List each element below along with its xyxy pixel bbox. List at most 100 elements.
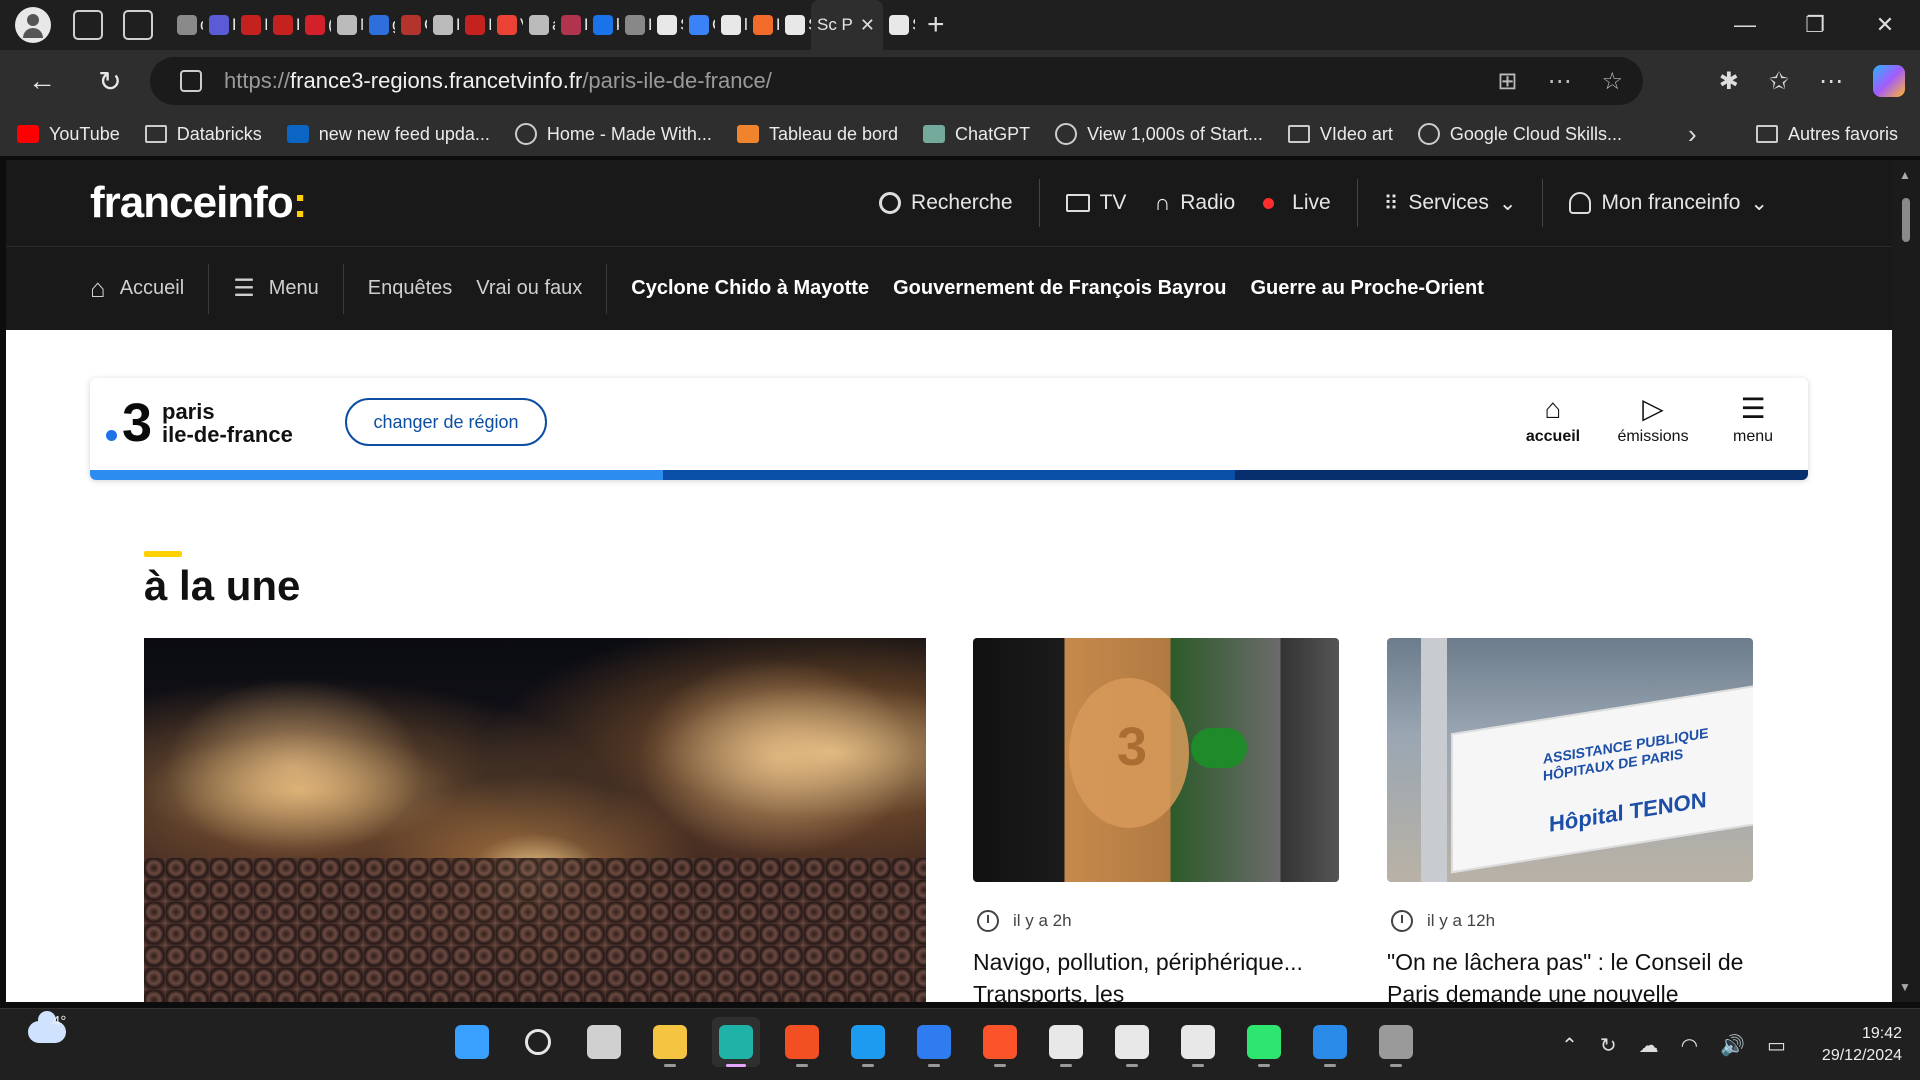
- search-link[interactable]: Recherche: [865, 191, 1027, 215]
- bookmark-item[interactable]: Databricks: [144, 124, 262, 145]
- hero-article-image[interactable]: [144, 638, 926, 1002]
- browser-tab[interactable]: In: [459, 0, 491, 50]
- weather-widget[interactable]: 4°: [28, 1011, 66, 1043]
- tray-chevron-icon[interactable]: ⌃: [1561, 1033, 1578, 1058]
- new-tab-button[interactable]: +: [927, 8, 945, 42]
- account-dropdown[interactable]: Mon franceinfo ⌄: [1555, 191, 1782, 216]
- region-nav-menu[interactable]: ☰ menu: [1718, 394, 1788, 446]
- scroll-thumb[interactable]: [1902, 198, 1910, 242]
- browser-tab[interactable]: In: [235, 0, 267, 50]
- browser-tab[interactable]: E: [555, 0, 587, 50]
- app-available-icon[interactable]: ⊞: [1497, 67, 1517, 96]
- taskbar-clock[interactable]: 19:42 29/12/2024: [1822, 1023, 1902, 1067]
- volume-icon[interactable]: 🔊: [1720, 1033, 1745, 1058]
- restore-button[interactable]: ❐: [1780, 0, 1850, 50]
- browser-tab[interactable]: ai: [523, 0, 555, 50]
- browser-tab[interactable]: D: [203, 0, 235, 50]
- hot-topic-link[interactable]: Guerre au Proche-Orient: [1239, 277, 1496, 300]
- region-nav-home[interactable]: ⌂ accueil: [1518, 394, 1588, 446]
- change-region-button[interactable]: changer de région: [345, 398, 547, 446]
- tab-actions-icon[interactable]: [123, 10, 153, 40]
- minimize-button[interactable]: —: [1710, 0, 1780, 50]
- close-tab-icon[interactable]: ✕: [860, 15, 875, 36]
- article-card[interactable]: ASSISTANCE PUBLIQUE HÔPITAUX DE PARIS Hô…: [1387, 638, 1753, 1002]
- browser-tab[interactable]: Fi: [427, 0, 459, 50]
- article-image[interactable]: [973, 638, 1339, 882]
- wifi-icon[interactable]: ◠: [1681, 1033, 1698, 1058]
- search-icon[interactable]: [514, 1017, 562, 1067]
- scroll-down-arrow[interactable]: ▼: [1899, 980, 1911, 994]
- bookmark-item[interactable]: Tableau de bord: [736, 124, 898, 145]
- hot-topic-link[interactable]: Cyclone Chido à Mayotte: [607, 277, 881, 300]
- copilot-icon[interactable]: [1873, 65, 1905, 97]
- browser-tab[interactable]: E: [619, 0, 651, 50]
- browser-tab[interactable]: Sc: [883, 0, 915, 50]
- workspaces-icon[interactable]: [73, 10, 103, 40]
- bookmark-item[interactable]: ChatGPT: [923, 124, 1030, 145]
- obs-icon[interactable]: [1108, 1017, 1156, 1067]
- battery-icon[interactable]: ▭: [1767, 1033, 1786, 1058]
- brave-icon[interactable]: [976, 1017, 1024, 1067]
- bookmark-item[interactable]: Google Cloud Skills...: [1417, 123, 1622, 145]
- tv-link[interactable]: TV: [1052, 191, 1141, 215]
- franceinfo-logo[interactable]: franceinfo:: [90, 178, 307, 228]
- edge-icon[interactable]: [712, 1017, 760, 1067]
- twitter-icon[interactable]: [844, 1017, 892, 1067]
- services-dropdown[interactable]: ⠿ Services ⌄: [1370, 191, 1531, 216]
- bookmark-item[interactable]: new new feed upda...: [286, 124, 490, 145]
- lock-icon[interactable]: [180, 70, 202, 92]
- favorite-star-icon[interactable]: ☆: [1601, 67, 1623, 96]
- browser-tab[interactable]: de: [171, 0, 203, 50]
- windows-start-icon[interactable]: [448, 1017, 496, 1067]
- task-view-icon[interactable]: [580, 1017, 628, 1067]
- bookmarks-overflow-icon[interactable]: ›: [1688, 119, 1697, 150]
- more-menu-icon[interactable]: ⋯: [1819, 67, 1843, 96]
- bookmark-item[interactable]: YouTube: [17, 124, 120, 145]
- url-text[interactable]: https://france3-regions.francetvinfo.fr/…: [224, 68, 772, 94]
- vscode-icon[interactable]: [1306, 1017, 1354, 1067]
- browser-tab[interactable]: G: [395, 0, 427, 50]
- favorites-icon[interactable]: ✩: [1769, 67, 1789, 96]
- browser-tab-active[interactable]: Sc P ✕: [811, 0, 883, 50]
- article-headline[interactable]: "On ne lâchera pas" : le Conseil de Pari…: [1387, 946, 1753, 1002]
- browser-tab[interactable]: Bc: [267, 0, 299, 50]
- robinhood-icon[interactable]: [1240, 1017, 1288, 1067]
- browser-tab[interactable]: k: [587, 0, 619, 50]
- browser-tab[interactable]: Sc: [651, 0, 683, 50]
- todo-icon[interactable]: [910, 1017, 958, 1067]
- sync-icon[interactable]: ↻: [1600, 1033, 1617, 1058]
- live-link[interactable]: Live: [1249, 191, 1345, 215]
- onedrive-cloud-icon[interactable]: ☁: [1639, 1033, 1659, 1058]
- browser-tab[interactable]: Sc: [779, 0, 811, 50]
- file-explorer-icon[interactable]: [646, 1017, 694, 1067]
- nav-home[interactable]: ⌂ Accueil: [6, 273, 208, 304]
- france3-logo[interactable]: 3: [105, 396, 152, 450]
- close-window-button[interactable]: ✕: [1850, 0, 1920, 50]
- browser-tab[interactable]: G: [683, 0, 715, 50]
- nav-menu[interactable]: ☰ Menu: [209, 274, 343, 303]
- hot-topic-link[interactable]: Gouvernement de François Bayrou: [881, 277, 1238, 300]
- chatgpt-icon[interactable]: [1042, 1017, 1090, 1067]
- browser-tab[interactable]: V: [491, 0, 523, 50]
- browser-tab[interactable]: Pa: [747, 0, 779, 50]
- terminal-icon[interactable]: [1372, 1017, 1420, 1067]
- scroll-up-arrow[interactable]: ▲: [1899, 168, 1911, 182]
- radio-link[interactable]: ∩ Radio: [1140, 190, 1249, 216]
- browser-tab[interactable]: M: [331, 0, 363, 50]
- store-icon[interactable]: [778, 1017, 826, 1067]
- back-button[interactable]: ←: [16, 55, 68, 107]
- address-bar[interactable]: https://france3-regions.francetvinfo.fr/…: [150, 57, 1643, 105]
- extensions-icon[interactable]: ✱: [1719, 67, 1739, 96]
- reload-button[interactable]: ↻: [84, 55, 136, 107]
- region-nav-shows[interactable]: ▷ émissions: [1617, 394, 1688, 446]
- read-aloud-icon[interactable]: ⋯: [1547, 67, 1571, 96]
- profile-avatar-icon[interactable]: [15, 7, 51, 43]
- browser-tab[interactable]: lo: [715, 0, 747, 50]
- bookmark-item[interactable]: VIdeo art: [1287, 124, 1393, 145]
- other-favorites-folder[interactable]: Autres favoris: [1755, 124, 1898, 145]
- bookmark-item[interactable]: View 1,000s of Start...: [1055, 123, 1263, 145]
- browser-tab[interactable]: gi: [363, 0, 395, 50]
- article-image[interactable]: ASSISTANCE PUBLIQUE HÔPITAUX DE PARIS Hô…: [1387, 638, 1753, 882]
- page-scrollbar[interactable]: ▲ ▼: [1892, 160, 1920, 1002]
- bookmark-item[interactable]: Home - Made With...: [514, 123, 712, 145]
